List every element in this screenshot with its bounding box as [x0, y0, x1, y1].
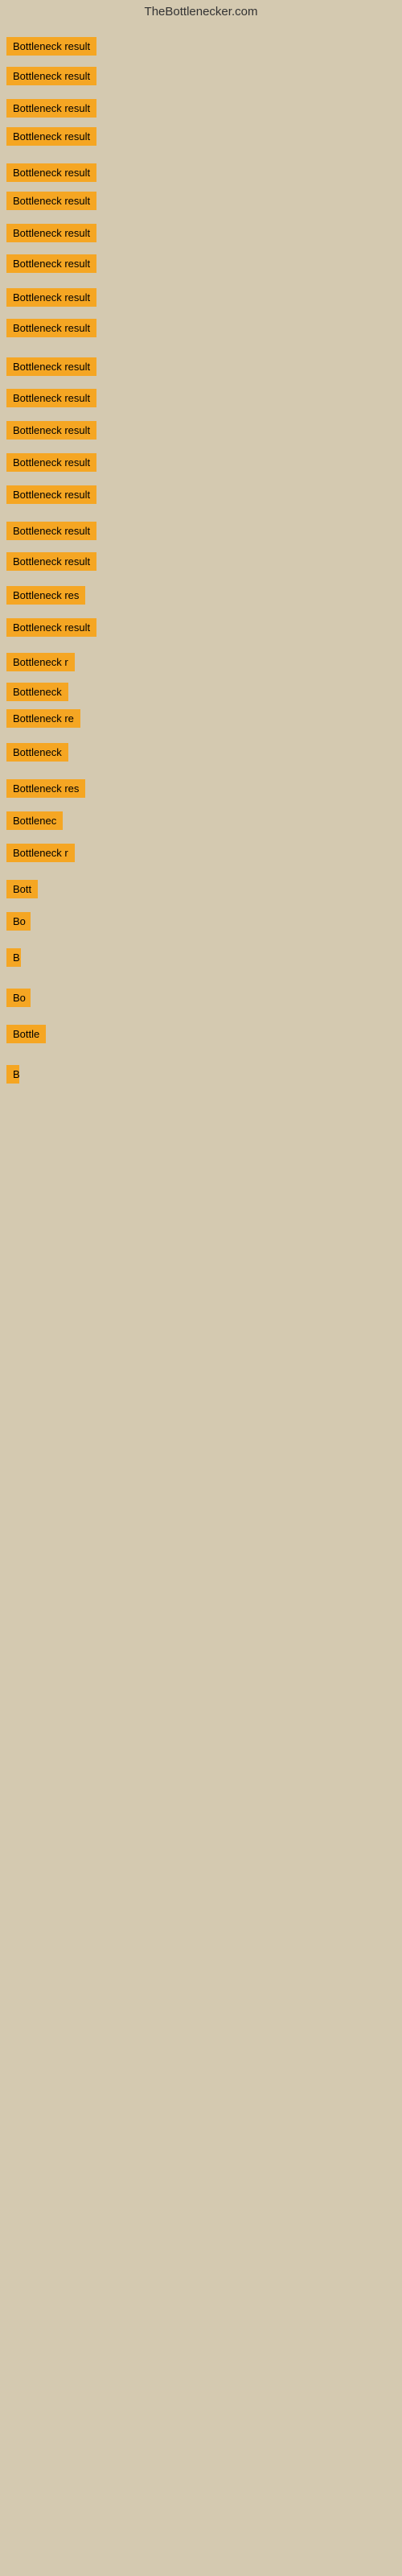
- bottleneck-item: Bottleneck: [6, 743, 68, 766]
- bottleneck-item: Bott: [6, 880, 38, 902]
- bottleneck-item: Bottleneck result: [6, 453, 96, 476]
- bottleneck-item: B: [6, 1065, 19, 1088]
- bottleneck-label[interactable]: Bottleneck result: [6, 37, 96, 56]
- bottleneck-item: Bo: [6, 989, 31, 1011]
- bottleneck-label[interactable]: Bottleneck: [6, 683, 68, 701]
- bottleneck-label[interactable]: Bottleneck result: [6, 618, 96, 637]
- bottleneck-item: Bottleneck result: [6, 485, 96, 508]
- bottleneck-item: Bottleneck res: [6, 586, 85, 609]
- bottleneck-item: Bottleneck r: [6, 844, 75, 866]
- bottleneck-item: Bottleneck res: [6, 779, 85, 802]
- bottleneck-label[interactable]: Bottleneck result: [6, 163, 96, 182]
- bottleneck-item: B: [6, 948, 21, 971]
- bottleneck-label[interactable]: Bottleneck re: [6, 709, 80, 728]
- bottleneck-item: Bottlenec: [6, 811, 63, 834]
- bottleneck-label[interactable]: Bottlenec: [6, 811, 63, 830]
- bottleneck-item: Bottleneck result: [6, 192, 96, 214]
- bottleneck-item: Bottleneck result: [6, 288, 96, 311]
- bottleneck-item: Bottleneck result: [6, 67, 96, 89]
- bottleneck-label[interactable]: Bottleneck result: [6, 288, 96, 307]
- bottleneck-label[interactable]: Bottleneck result: [6, 127, 96, 146]
- bottleneck-item: Bottleneck result: [6, 357, 96, 380]
- bottleneck-item: Bottleneck result: [6, 421, 96, 444]
- bottleneck-item: Bottleneck result: [6, 37, 96, 60]
- bottleneck-label[interactable]: Bottleneck res: [6, 779, 85, 798]
- bottleneck-label[interactable]: Bottleneck r: [6, 653, 75, 671]
- bottleneck-item: Bottleneck r: [6, 653, 75, 675]
- bottleneck-list: Bottleneck result Bottleneck result Bottle…: [0, 23, 402, 2558]
- site-header: TheBottlenecker.com: [0, 0, 402, 23]
- bottleneck-label[interactable]: Bottleneck result: [6, 522, 96, 540]
- bottleneck-label[interactable]: B: [6, 1065, 19, 1084]
- bottleneck-label[interactable]: Bo: [6, 912, 31, 931]
- bottleneck-label[interactable]: Bottleneck result: [6, 421, 96, 440]
- bottleneck-label[interactable]: Bottleneck result: [6, 357, 96, 376]
- bottleneck-item: Bottleneck result: [6, 224, 96, 246]
- page-wrapper: TheBottlenecker.com Bottleneck resultBot…: [0, 0, 402, 2576]
- bottleneck-item: Bottle: [6, 1025, 46, 1047]
- bottleneck-item: Bottleneck re: [6, 709, 80, 732]
- bottleneck-item: Bottleneck result: [6, 618, 96, 641]
- bottleneck-item: Bottleneck result: [6, 552, 96, 575]
- bottleneck-item: Bottleneck result: [6, 163, 96, 186]
- bottleneck-item: Bottleneck result: [6, 127, 96, 150]
- bottleneck-label[interactable]: Bottleneck result: [6, 192, 96, 210]
- bottleneck-label[interactable]: Bottleneck result: [6, 453, 96, 472]
- bottleneck-item: Bottleneck result: [6, 99, 96, 122]
- bottleneck-label[interactable]: Bottleneck res: [6, 586, 85, 605]
- bottleneck-item: Bottleneck result: [6, 254, 96, 277]
- bottleneck-label[interactable]: Bottleneck result: [6, 552, 96, 571]
- bottleneck-label[interactable]: B: [6, 948, 21, 967]
- bottleneck-label[interactable]: Bottleneck: [6, 743, 68, 762]
- bottleneck-label[interactable]: Bottleneck result: [6, 319, 96, 337]
- bottleneck-label[interactable]: Bottleneck result: [6, 389, 96, 407]
- bottleneck-label[interactable]: Bottleneck result: [6, 485, 96, 504]
- bottleneck-label[interactable]: Bott: [6, 880, 38, 898]
- bottleneck-item: Bottleneck result: [6, 389, 96, 411]
- bottleneck-label[interactable]: Bottleneck result: [6, 224, 96, 242]
- bottleneck-label[interactable]: Bottleneck result: [6, 99, 96, 118]
- bottleneck-item: Bottleneck result: [6, 319, 96, 341]
- site-title: TheBottlenecker.com: [145, 5, 258, 19]
- bottleneck-label[interactable]: Bottleneck result: [6, 254, 96, 273]
- bottleneck-label[interactable]: Bottleneck r: [6, 844, 75, 862]
- bottleneck-item: Bottleneck result: [6, 522, 96, 544]
- bottleneck-item: Bottleneck: [6, 683, 68, 705]
- bottleneck-label[interactable]: Bottleneck result: [6, 67, 96, 85]
- bottleneck-item: Bo: [6, 912, 31, 935]
- bottleneck-label[interactable]: Bo: [6, 989, 31, 1007]
- bottleneck-label[interactable]: Bottle: [6, 1025, 46, 1043]
